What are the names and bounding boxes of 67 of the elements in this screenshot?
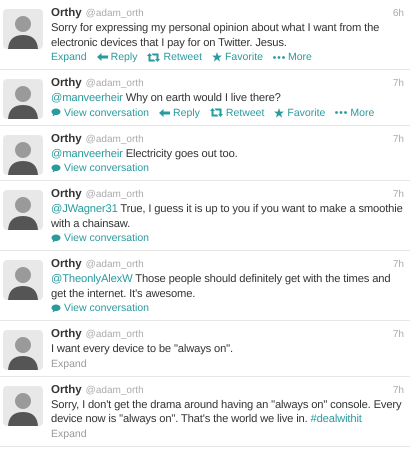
reply-button[interactable]: Reply [96, 50, 138, 64]
favorite-button[interactable]: Favorite [274, 106, 326, 120]
author-handle: @adam_orth [86, 329, 145, 340]
reply-arrow-icon [159, 108, 170, 116]
reply-arrow-icon [96, 53, 108, 61]
mention-link[interactable]: @manveerheir [51, 148, 123, 160]
retweet-button[interactable]: Retweet [147, 50, 202, 64]
star-icon [212, 52, 222, 62]
view-conversation-link[interactable]: View conversation [51, 161, 150, 175]
mention-link[interactable]: @JWagner31 [51, 203, 118, 215]
tweet-text: I want every device to be "always on". [51, 342, 234, 356]
retweet-icon [210, 108, 223, 117]
author-handle: @adam_orth [86, 189, 145, 200]
tweet-time: 7h [392, 189, 404, 200]
author-name: Orthy [51, 327, 82, 341]
mention-link[interactable]: @TheonlyAlexW [51, 273, 133, 285]
tweet-text: Sorry for expressing my personal opinion about what I want from the electronic devices that I pay for on Twitter. Jesus. [51, 21, 380, 50]
speech-bubble-icon [51, 304, 61, 312]
avatar-silhouette [3, 134, 43, 174]
expand-link[interactable]: Expand [51, 50, 87, 64]
author-name: Orthy [51, 382, 82, 396]
author-name: Orthy [51, 6, 82, 20]
tweet-text: @JWagner31 True, I guess it is up to you if you want to make a smoothie with a chainsaw. [51, 202, 404, 231]
avatar-silhouette [3, 79, 43, 119]
author-name: Orthy [51, 187, 82, 201]
tweet-time: 7h [392, 78, 404, 89]
author-handle: @adam_orth [86, 384, 145, 396]
tweet-time: 7h [392, 259, 404, 270]
view-conversation-link[interactable]: View conversation [51, 106, 150, 120]
expand-link[interactable]: Expand [51, 356, 87, 370]
author-handle: @adam_orth [86, 134, 145, 144]
speech-bubble-icon [51, 108, 61, 117]
retweet-button[interactable]: Retweet [210, 106, 264, 120]
avatar-silhouette [3, 260, 43, 300]
speech-bubble-icon [51, 234, 61, 242]
tweet-time: 7h [392, 384, 404, 396]
view-conversation-link[interactable]: View conversation [51, 231, 150, 245]
avatar-silhouette [3, 190, 43, 230]
tweet-time: 7h [392, 329, 404, 340]
author-handle: @adam_orth [86, 78, 145, 89]
dots-icon [335, 111, 348, 114]
tweet-text: @TheonlyAlexW Those people should definitely get with the times and get the internet. It's awesome. [51, 272, 392, 301]
reply-button[interactable]: Reply [159, 106, 200, 120]
favorite-button[interactable]: Favorite [212, 50, 263, 64]
star-icon [274, 108, 284, 118]
author-handle: @adam_orth [86, 8, 145, 19]
avatar-silhouette [3, 9, 43, 49]
avatar-silhouette [3, 386, 43, 426]
more-button[interactable]: More [335, 106, 374, 120]
expand-link[interactable]: Expand [51, 426, 87, 440]
hashtag-link[interactable]: #dealwithit [310, 413, 362, 425]
author-name: Orthy [51, 132, 82, 146]
author-handle: @adam_orth [86, 259, 145, 270]
retweet-icon [147, 52, 160, 62]
tweet-text: @manveerheir Electricity goes out too. [51, 146, 239, 161]
tweet-time: 7h [392, 134, 404, 144]
author-name: Orthy [51, 76, 82, 90]
tweet-time: 6h [392, 8, 404, 19]
speech-bubble-icon [51, 164, 61, 172]
view-conversation-link[interactable]: View conversation [51, 301, 150, 315]
tweet-text: Sorry, I don't get the drama around having an "always on" console. Every device now is "always on". That's the world we live in. #dealwithit [51, 398, 402, 426]
tweet-text: @manveerheir Why on earth would I live there? [51, 91, 282, 106]
more-button[interactable]: More [272, 50, 312, 64]
author-name: Orthy [51, 257, 82, 271]
dots-icon [272, 56, 285, 58]
mention-link[interactable]: @manveerheir [51, 92, 123, 104]
avatar-silhouette [3, 330, 43, 370]
